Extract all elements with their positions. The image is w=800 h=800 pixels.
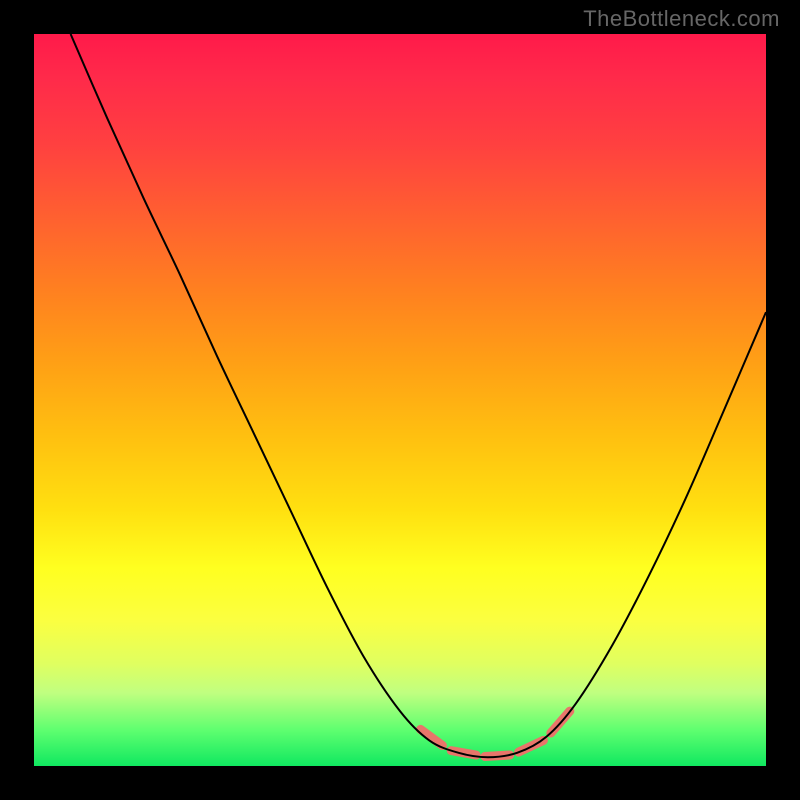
attribution-text: TheBottleneck.com [583,6,780,32]
chart-container: TheBottleneck.com [0,0,800,800]
plot-area [34,34,766,766]
